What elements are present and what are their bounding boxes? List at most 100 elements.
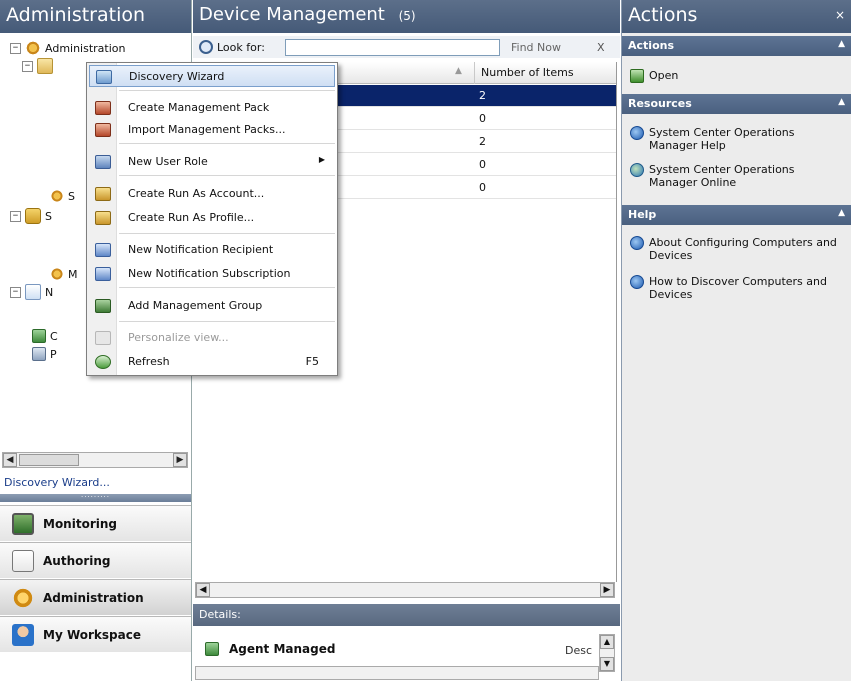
lock-icon <box>25 208 41 224</box>
menu-item-discovery-wizard[interactable]: Discovery Wizard <box>89 65 335 87</box>
menu-item-personalize-view: Personalize view... <box>89 327 335 349</box>
sort-arrow-icon: ▲ <box>455 66 462 76</box>
details-title-text: Agent Managed <box>229 642 336 656</box>
pane-splitter[interactable]: ········· <box>0 494 191 502</box>
menu-item-label: New User Role <box>128 155 208 168</box>
menu-item-add-management-group[interactable]: Add Management Group <box>89 295 335 317</box>
wunderbar-label: Monitoring <box>43 516 117 531</box>
collapse-icon[interactable]: − <box>10 286 21 298</box>
action-about-configuring[interactable]: About Configuring Computers and Devices <box>630 236 845 262</box>
menu-item-label: Discovery Wizard <box>129 70 225 83</box>
help-icon <box>630 126 644 140</box>
look-for-label: Look for: <box>217 40 265 54</box>
scroll-left-arrow-icon[interactable]: ◀ <box>196 583 210 597</box>
tree-horizontal-scrollbar[interactable]: ◀ ▶ <box>2 452 188 468</box>
actions-section-header[interactable]: Actions ▲ <box>622 36 851 56</box>
grid-border <box>616 62 617 582</box>
tree-item-label: S <box>68 189 75 203</box>
scroll-right-arrow-icon[interactable]: ▶ <box>173 453 187 467</box>
scroll-up-arrow-icon[interactable]: ▲ <box>600 635 614 649</box>
search-bar: Look for: Find Now X <box>193 36 620 58</box>
menu-item-label: Add Management Group <box>128 299 263 312</box>
shortcut-key: F5 <box>305 355 319 368</box>
grid-horizontal-scrollbar[interactable]: ◀ ▶ <box>195 582 615 598</box>
scroll-left-arrow-icon[interactable]: ◀ <box>3 453 17 467</box>
help-section-header[interactable]: Help ▲ <box>622 205 851 225</box>
number-of-items-cell: 2 <box>479 135 486 148</box>
tree-item-p[interactable]: P <box>32 345 57 363</box>
action-om-help[interactable]: System Center Operations Manager Help <box>630 126 845 152</box>
search-input[interactable] <box>285 38 500 56</box>
context-menu: Discovery Wizard Create Management Pack … <box>86 62 338 376</box>
menu-item-new-user-role[interactable]: New User Role ▶ <box>89 151 335 173</box>
action-label: About Configuring Computers and Devices <box>649 236 837 262</box>
action-how-to-discover[interactable]: How to Discover Computers and Devices <box>630 275 845 301</box>
tree-item-label: M <box>68 267 78 281</box>
find-now-button[interactable]: Find Now <box>511 41 561 54</box>
details-horizontal-scrollbar[interactable] <box>195 666 599 680</box>
tree-item-label: P <box>50 347 57 361</box>
clear-search-button[interactable]: X <box>597 41 605 54</box>
number-of-items-cell: 0 <box>479 181 486 194</box>
management-group-icon <box>95 299 111 313</box>
results-pane-header: Device Management (5) <box>193 0 620 33</box>
menu-separator <box>119 143 335 144</box>
wunderbar-label: Administration <box>43 590 144 605</box>
tree-item-notifications[interactable]: − N <box>10 283 53 301</box>
scroll-right-arrow-icon[interactable]: ▶ <box>600 583 614 597</box>
collapse-caret-icon[interactable]: ▲ <box>838 208 845 218</box>
results-count: (5) <box>398 9 416 23</box>
wunderbar-authoring[interactable]: Authoring <box>0 542 191 578</box>
resources-section-header[interactable]: Resources ▲ <box>622 94 851 114</box>
authoring-icon <box>12 549 34 572</box>
scroll-down-arrow-icon[interactable]: ▼ <box>600 657 614 671</box>
details-vertical-scrollbar[interactable]: ▲ ▼ <box>599 634 615 672</box>
help-icon <box>630 236 644 250</box>
menu-item-import-management-packs[interactable]: Import Management Packs... <box>89 119 335 141</box>
tree-item-security[interactable]: − S <box>10 207 52 225</box>
collapse-caret-icon[interactable]: ▲ <box>838 39 845 49</box>
collapse-caret-icon[interactable]: ▲ <box>838 97 845 107</box>
collapse-icon[interactable]: − <box>10 42 21 54</box>
action-label: System Center Operations Manager Online <box>649 163 795 189</box>
search-icon <box>199 40 213 54</box>
menu-item-create-management-pack[interactable]: Create Management Pack <box>89 97 335 119</box>
menu-item-new-notification-subscription[interactable]: New Notification Subscription <box>89 263 335 285</box>
actions-pane-title: Actions <box>622 0 851 33</box>
close-icon[interactable]: × <box>835 8 845 22</box>
agent-managed-icon <box>205 642 219 656</box>
menu-item-label: Create Run As Profile... <box>128 211 255 224</box>
tree-item-label: Administration <box>45 41 126 55</box>
column-header-number-of-items[interactable]: Number of Items <box>474 62 616 84</box>
menu-item-create-run-as-account[interactable]: Create Run As Account... <box>89 183 335 205</box>
menu-separator <box>119 90 335 91</box>
number-of-items-cell: 2 <box>479 89 486 102</box>
menu-separator <box>119 175 335 176</box>
management-pack-icon <box>95 101 111 115</box>
tree-item-m[interactable]: M <box>50 265 78 283</box>
discovery-wizard-link[interactable]: Discovery Wizard... <box>4 476 110 489</box>
action-open[interactable]: Open <box>630 69 845 83</box>
monitoring-icon <box>12 512 34 535</box>
wunderbar-my-workspace[interactable]: My Workspace <box>0 616 191 652</box>
settings-icon <box>50 189 64 203</box>
scrollbar-thumb[interactable] <box>19 454 79 466</box>
tree-item-s1[interactable]: S <box>50 187 75 205</box>
tree-item-administration[interactable]: − Administration <box>10 39 126 57</box>
collapse-icon[interactable]: − <box>22 60 33 72</box>
refresh-icon <box>95 355 111 369</box>
network-icon <box>32 347 46 361</box>
tree-item-c[interactable]: C <box>32 327 58 345</box>
management-pack-icon <box>50 267 64 281</box>
menu-item-new-notification-recipient[interactable]: New Notification Recipient <box>89 239 335 261</box>
tree-item-device-management[interactable]: − <box>22 57 57 75</box>
menu-item-refresh[interactable]: Refresh F5 <box>89 351 335 373</box>
menu-item-label: Personalize view... <box>128 331 229 344</box>
collapse-icon[interactable]: − <box>10 210 21 222</box>
import-pack-icon <box>95 123 111 137</box>
wunderbar-administration[interactable]: Administration <box>0 579 191 615</box>
action-om-online[interactable]: System Center Operations Manager Online <box>630 163 845 189</box>
tree-item-label: N <box>45 285 54 299</box>
wunderbar-monitoring[interactable]: Monitoring <box>0 505 191 541</box>
menu-item-create-run-as-profile[interactable]: Create Run As Profile... <box>89 207 335 229</box>
